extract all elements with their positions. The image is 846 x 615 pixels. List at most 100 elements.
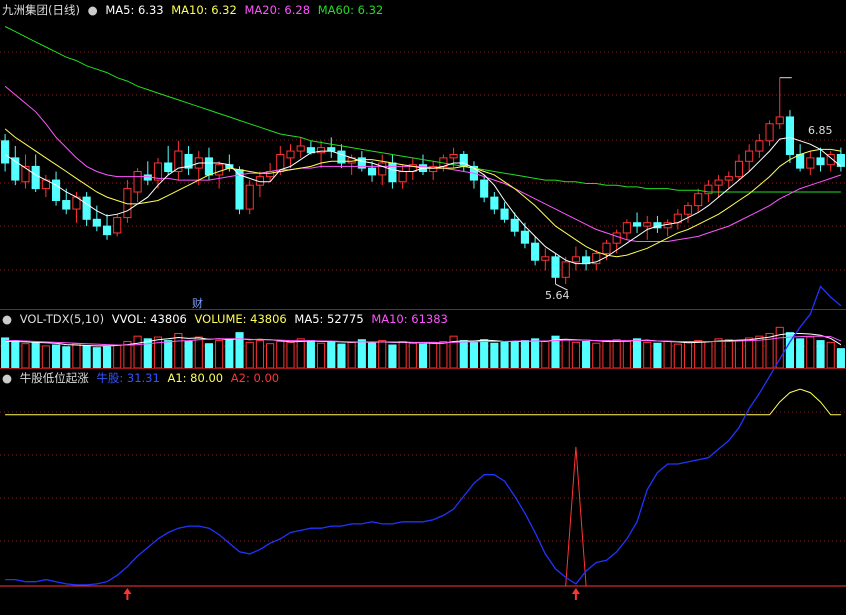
candlestick: [694, 193, 703, 207]
candlestick: [449, 153, 458, 159]
volume-bar: [92, 347, 101, 369]
volume-bar: [62, 346, 71, 369]
volume-panel-header: ● VOL-TDX(5,10) VVOL: 43806 VOLUME: 4380…: [2, 311, 452, 327]
candlestick: [510, 218, 519, 232]
a1-readout: A1: 80.00: [167, 371, 224, 385]
candlestick: [683, 205, 693, 215]
candlestick: [480, 179, 489, 198]
volume-bar: [378, 340, 387, 369]
candlestick: [204, 157, 214, 176]
volume-bar: [194, 336, 203, 369]
indicator-name: 牛股低位起涨: [19, 371, 89, 385]
indicator-panel-header: ● 牛股低位起涨 牛股: 31.31 A1: 80.00 A2: 0.00: [2, 370, 283, 386]
volume-bar: [531, 338, 540, 369]
candlestick: [245, 184, 254, 210]
volume-bar: [418, 343, 428, 369]
chart-stage[interactable]: 九洲集团(日线) ● MA5: 6.33 MA10: 6.32 MA20: 6.…: [0, 0, 846, 612]
candlestick: [388, 162, 397, 183]
candlestick: [632, 222, 642, 227]
volume-bar: [21, 343, 30, 369]
volume-bar: [164, 340, 173, 369]
volume-bar: [571, 341, 580, 369]
candlestick: [51, 179, 61, 202]
vvol-readout: VVOL: 43806: [111, 312, 187, 326]
volume-bar: [82, 345, 91, 369]
low-price-label: 5.64: [545, 289, 570, 302]
volume-bar: [673, 343, 682, 369]
candlestick: [541, 256, 550, 261]
candlestick: [490, 196, 499, 210]
panel-separator-1[interactable]: [0, 309, 846, 310]
niugu-readout: 牛股: 31.31: [96, 371, 160, 385]
volume-bar: [72, 343, 81, 369]
candlestick: [612, 232, 621, 244]
candlestick: [724, 176, 733, 181]
finance-marker[interactable]: 财: [192, 295, 203, 311]
volume-bar: [520, 340, 529, 369]
candlestick: [531, 242, 540, 261]
candlestick: [398, 171, 407, 183]
volume-bar: [612, 339, 621, 369]
panel-separator-2[interactable]: [0, 368, 846, 369]
candlestick: [164, 162, 173, 173]
volume-bar: [653, 342, 662, 369]
volume-bar: [500, 340, 509, 369]
candlestick: [1, 140, 10, 164]
ma10-readout: MA10: 6.32: [171, 3, 237, 17]
candlestick: [734, 160, 744, 178]
volume-bar: [317, 342, 326, 369]
volume-bar: [714, 338, 723, 369]
volume-bar: [235, 332, 244, 369]
volume-bar: [734, 340, 744, 369]
candlestick: [561, 261, 570, 278]
candlestick: [378, 162, 387, 176]
chart-canvas[interactable]: [0, 0, 846, 612]
volume-bar: [31, 341, 40, 369]
volume-bar: [836, 348, 845, 369]
volume-bar: [51, 344, 61, 369]
ma20-readout: MA20: 6.28: [244, 3, 311, 17]
candlestick: [775, 116, 784, 125]
candlestick: [31, 165, 40, 190]
candlestick: [327, 147, 336, 152]
volume-bar: [174, 333, 183, 369]
indicator-settings-icon[interactable]: ●: [88, 3, 98, 17]
volume-bar: [347, 341, 356, 369]
volume-bar: [704, 340, 713, 369]
candlestick: [816, 157, 825, 166]
candlestick: [102, 225, 112, 236]
volume-bar: [408, 342, 417, 369]
volume-bar: [541, 340, 550, 369]
price-panel-title: 九洲集团(日线): [2, 3, 80, 17]
indicator-settings-icon-2[interactable]: ●: [2, 371, 12, 385]
volume-bar: [266, 343, 275, 369]
volume-bar: [622, 340, 631, 369]
volume-bar: [775, 326, 784, 369]
a2-readout: A2: 0.00: [230, 371, 280, 385]
volume-bar: [286, 341, 295, 369]
volume-bar: [510, 341, 519, 369]
volume-bar: [153, 336, 163, 369]
candlestick: [551, 256, 560, 278]
volume-bar: [102, 346, 112, 369]
candlestick: [622, 222, 631, 234]
volume-bar: [245, 341, 254, 369]
volume-bar: [184, 340, 193, 369]
candlestick: [215, 164, 224, 176]
price-panel-header: 九洲集团(日线) ● MA5: 6.33 MA10: 6.32 MA20: 6.…: [2, 2, 387, 18]
volume-bar: [816, 340, 825, 369]
volume-bar: [306, 340, 315, 369]
volume-bar: [592, 342, 601, 369]
ma5-readout: MA5: 6.33: [105, 3, 164, 17]
volume-bar: [255, 340, 264, 369]
volume-settings-icon[interactable]: ●: [2, 312, 12, 326]
volume-bar: [204, 343, 214, 369]
volume-bar: [41, 345, 50, 369]
volume-bar: [327, 340, 336, 369]
volume-bar: [429, 341, 438, 369]
volume-bar: [632, 338, 642, 369]
volume-bar: [398, 340, 407, 369]
volume-bar: [469, 341, 479, 369]
candlestick: [602, 242, 611, 254]
candlestick: [113, 217, 122, 234]
